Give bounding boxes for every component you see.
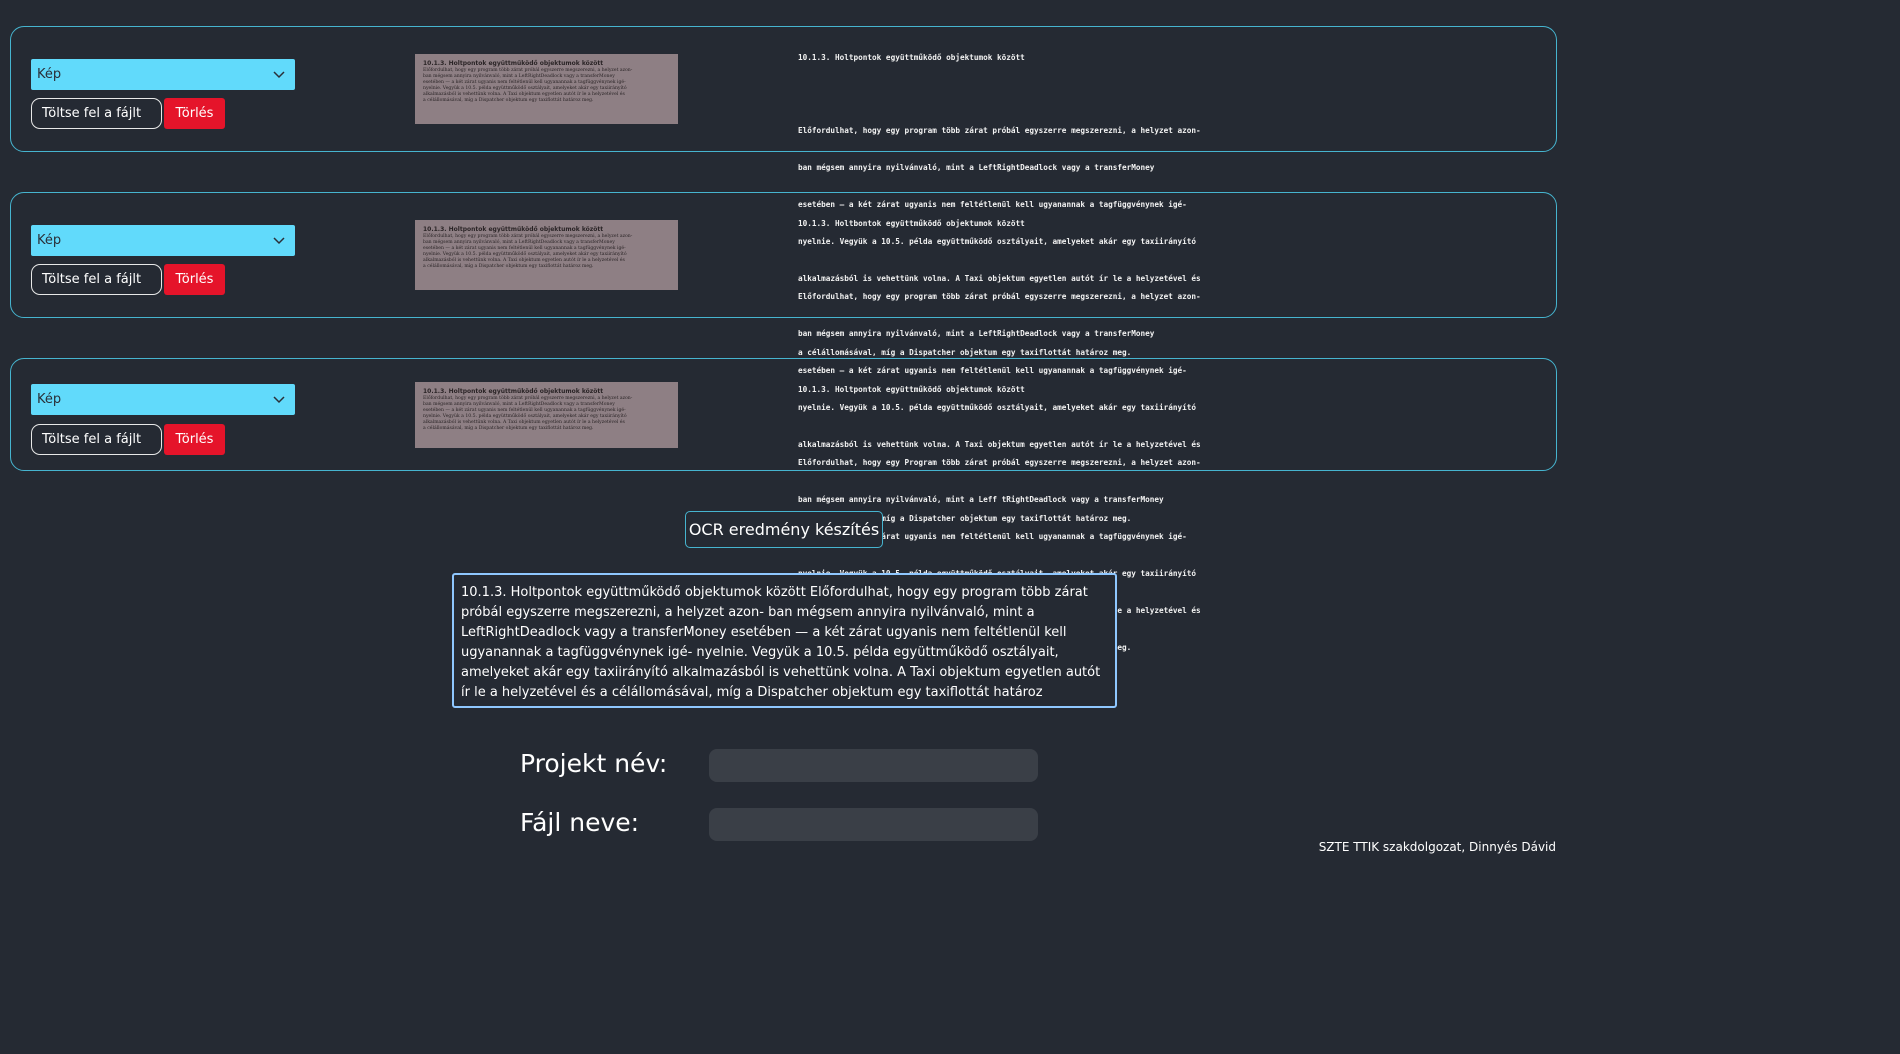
ocr-line: ​ bbox=[798, 88, 1218, 100]
type-select[interactable]: Kép bbox=[31, 384, 295, 415]
thumb-heading: 10.1.3. Holtpontok együttműködő objektum… bbox=[423, 388, 604, 395]
ocr-line: 10.1.3. Holtpontok együttműködő objektum… bbox=[798, 52, 1025, 62]
project-name-input[interactable] bbox=[709, 749, 1038, 782]
thumb-heading: 10.1.3. Holtpontok együttműködő objektum… bbox=[423, 226, 604, 233]
file-name-input[interactable] bbox=[709, 808, 1038, 841]
image-row-card: Kép Töltse fel a fájlt Törlés 10.1.3. Ho… bbox=[10, 26, 1557, 357]
chevron-down-icon bbox=[273, 396, 285, 404]
footer-credit: SZTE TTIK szakdolgozat, Dinnyés Dávid bbox=[1318, 840, 1556, 854]
chevron-down-icon bbox=[273, 71, 285, 79]
thumb-line: a célállomásával, míg a Dispatcher objek… bbox=[423, 264, 594, 269]
ocr-line: ​ bbox=[798, 254, 1218, 266]
uploaded-image-thumbnail: 10.1.3. Holtpontok együttműködő objektum… bbox=[415, 54, 678, 124]
ocr-line: ban mégsem annyira nyilvánvaló, mint a L… bbox=[798, 163, 1155, 173]
thumb-line: a célállomásával, míg a Dispatcher objek… bbox=[423, 426, 594, 431]
delete-button[interactable]: Törlés bbox=[164, 264, 225, 295]
thumb-heading: 10.1.3. Holtpontok együttműködő objektum… bbox=[423, 60, 604, 67]
type-select-value: Kép bbox=[37, 233, 62, 248]
chevron-down-icon bbox=[273, 237, 285, 245]
ocr-result-textarea[interactable]: 10.1.3. Holtpontok együttműködő objektum… bbox=[452, 573, 1117, 708]
file-name-label: Fájl neve: bbox=[520, 808, 640, 837]
ocr-line: 10.1.3. Holtpontok együttműködő objektum… bbox=[798, 384, 1025, 394]
ocr-line: ​ bbox=[798, 420, 1218, 432]
ocr-line: Előfordulhat, hogy egy program több zára… bbox=[798, 126, 1201, 136]
image-row-card: Kép Töltse fel a fájlt Törlés 10.1.3. Ho… bbox=[10, 192, 1557, 523]
type-select[interactable]: Kép bbox=[31, 225, 295, 256]
create-ocr-result-button[interactable]: OCR eredmény készítés bbox=[685, 511, 883, 548]
type-select[interactable]: Kép bbox=[31, 59, 295, 90]
ocr-line: ban mégsem annyira nyilvánvaló, mint a L… bbox=[798, 329, 1155, 339]
uploaded-image-thumbnail: 10.1.3. Holtpontok együttműködő objektum… bbox=[415, 382, 678, 448]
thumb-line: a célállomásával, míg a Dispatcher objek… bbox=[423, 98, 594, 103]
upload-file-button[interactable]: Töltse fel a fájlt bbox=[31, 264, 162, 295]
ocr-line: Előfordulhat, hogy egy Program több zára… bbox=[798, 458, 1201, 468]
delete-button[interactable]: Törlés bbox=[164, 424, 225, 455]
ocr-line: 10.1.3. Holtbontok együttműködő objektum… bbox=[798, 218, 1025, 228]
type-select-value: Kép bbox=[37, 392, 62, 407]
delete-button[interactable]: Törlés bbox=[164, 98, 225, 129]
ocr-line: ban mégsem annyira nyilvánvaló, mint a L… bbox=[798, 495, 1164, 505]
upload-file-button[interactable]: Töltse fel a fájlt bbox=[31, 424, 162, 455]
type-select-value: Kép bbox=[37, 67, 62, 82]
image-row-card: Kép Töltse fel a fájlt Törlés 10.1.3. Ho… bbox=[10, 358, 1557, 652]
upload-file-button[interactable]: Töltse fel a fájlt bbox=[31, 98, 162, 129]
project-name-label: Projekt név: bbox=[520, 749, 668, 778]
ocr-line: Előfordulhat, hogy egy program több zára… bbox=[798, 292, 1201, 302]
uploaded-image-thumbnail: 10.1.3. Holtpontok együttműködő objektum… bbox=[415, 220, 678, 290]
